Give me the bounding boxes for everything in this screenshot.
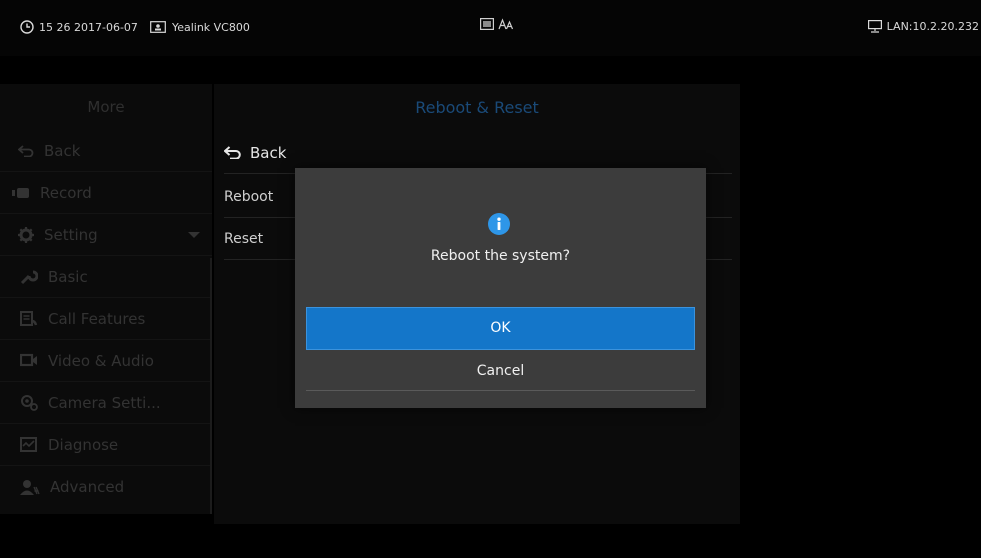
font-size-icon [498,18,514,30]
more-menu-title: More [87,98,125,116]
cancel-button[interactable]: Cancel [306,351,695,391]
status-bar-center [480,18,514,30]
submenu-item-label: Call Features [48,309,146,328]
submenu-item-video-audio[interactable]: Video & Audio [0,340,212,382]
submenu-item-label: Video & Audio [48,351,154,370]
gear-icon [18,226,34,243]
menu-item-record[interactable]: Record [0,172,212,214]
menu-item-label: Setting [44,225,98,244]
status-time: 15 26 [39,20,71,34]
submenu-item-basic[interactable]: Basic [0,256,212,298]
submenu-divider [210,258,212,514]
submenu-item-label: Basic [48,267,88,286]
panel-title: Reboot & Reset [415,98,539,117]
submenu-item-label: Diagnose [48,435,119,454]
reboot-label: Reboot [224,188,274,205]
menu-item-back[interactable]: Back [0,130,212,172]
reset-label: Reset [224,230,264,247]
submenu-item-label: Advanced [50,478,125,496]
submenu-item-label: Camera Setti... [48,393,161,412]
network-icon [867,20,882,33]
ok-button[interactable]: OK [306,307,695,350]
network-status: LAN:10.2.20.232 [886,20,979,33]
screen-share-icon [480,18,494,30]
more-menu: More Back Record Setting Basic Call Feat… [0,84,212,514]
status-bar-right: LAN:10.2.20.232 [867,20,979,33]
diagnose-icon [20,436,37,452]
status-bar-left: 15 26 2017-06-07 Yealink VC800 [20,20,250,34]
submenu-item-advanced[interactable]: Advanced [0,466,212,508]
back-arrow-icon [224,146,241,159]
dialog-message: Reboot the system? [430,248,571,264]
camera-settings-icon [21,394,38,411]
menu-item-setting[interactable]: Setting [0,214,212,256]
status-date: 2017-06-07 [74,20,138,34]
device-name: Yealink VC800 [171,20,250,34]
menu-item-label: Back [44,141,81,160]
chevron-down-icon [188,232,200,238]
menu-item-label: Record [40,183,92,202]
submenu-item-camera-settings[interactable]: Camera Setti... [0,382,212,424]
panel-back-label: Back [250,143,287,162]
submenu-item-diagnose[interactable]: Diagnose [0,424,212,466]
video-audio-icon [20,353,37,366]
reboot-confirm-dialog: Reboot the system? OK Cancel [295,168,706,408]
advanced-user-icon [20,480,40,495]
call-features-icon [20,310,38,326]
status-bar: 15 26 2017-06-07 Yealink VC800 LAN:10.2.… [0,0,981,56]
clock-icon [20,20,34,34]
record-icon [12,187,29,198]
submenu-item-call-features[interactable]: Call Features [0,298,212,340]
wrench-icon [20,270,38,284]
back-arrow-icon [18,144,34,157]
info-icon [488,213,510,235]
device-icon [150,21,166,33]
